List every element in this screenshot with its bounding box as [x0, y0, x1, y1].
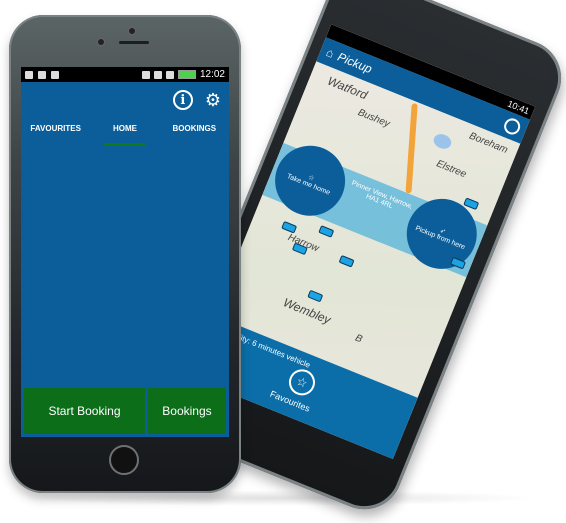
- taxi-icon: [338, 254, 355, 268]
- header-actions: i ⚙: [21, 82, 229, 118]
- map-label: B: [353, 332, 364, 346]
- front-phone: 12:02 i ⚙ FAVOURITES HOME BOOKINGS Start…: [9, 15, 241, 493]
- map-label: Wembley: [281, 295, 333, 327]
- signal-icon: [165, 70, 174, 79]
- home-icon[interactable]: ⌂: [324, 45, 336, 61]
- tab-home[interactable]: HOME: [90, 118, 159, 146]
- speaker-grille: [119, 41, 149, 44]
- media-icon: [51, 70, 59, 79]
- tab-bookings[interactable]: BOOKINGS: [160, 118, 229, 146]
- tab-favourites[interactable]: FAVOURITES: [21, 118, 90, 146]
- action-buttons: Start Booking Bookings: [21, 385, 229, 437]
- map-label: Bushey: [356, 107, 392, 130]
- wifi-icon: [141, 70, 150, 79]
- tab-bar: FAVOURITES HOME BOOKINGS: [21, 118, 229, 146]
- taxi-icon: [318, 225, 335, 238]
- map-label: Elstree: [434, 158, 468, 181]
- map-lake: [431, 131, 454, 152]
- taxi-icon: [307, 289, 324, 303]
- status-bar: 12:02: [21, 67, 229, 82]
- favourites-icon[interactable]: ☆: [285, 365, 319, 400]
- home-button[interactable]: [109, 445, 139, 475]
- sensor-icon: [98, 39, 104, 45]
- map-road: [405, 103, 418, 194]
- start-booking-button[interactable]: Start Booking: [24, 388, 145, 434]
- status-time: 12:02: [199, 69, 225, 80]
- taxi-icon: [281, 220, 298, 234]
- info-icon[interactable]: i: [172, 90, 193, 110]
- front-phone-screen: 12:02 i ⚙ FAVOURITES HOME BOOKINGS Start…: [21, 67, 229, 437]
- usb-icon: [25, 70, 33, 79]
- bookings-button[interactable]: Bookings: [147, 388, 226, 434]
- refresh-icon[interactable]: [501, 116, 523, 137]
- android-debug-icon: [38, 70, 46, 79]
- camera-icon: [129, 28, 135, 34]
- gear-icon[interactable]: ⚙: [205, 91, 221, 109]
- nfc-icon: [153, 70, 162, 79]
- battery-icon: [177, 70, 196, 79]
